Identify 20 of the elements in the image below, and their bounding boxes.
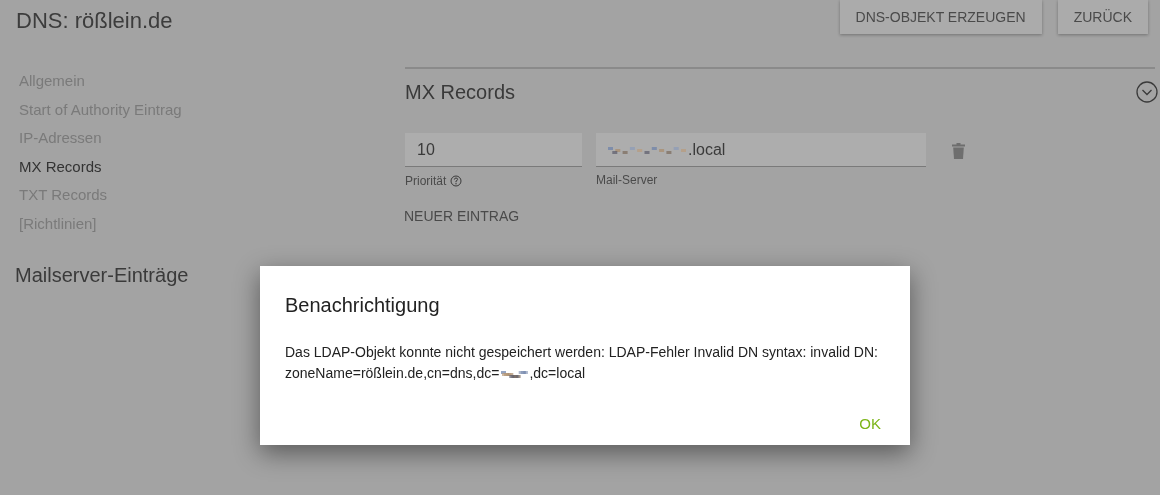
redaction-mark [499,369,530,380]
field-label: Mail-Server [596,172,659,189]
mail-server-field[interactable]: .local [596,133,926,167]
trash-icon[interactable] [952,143,965,159]
dialog-title: Benachrichtigung [285,293,441,318]
ok-button[interactable]: OK [859,413,881,436]
new-entry-button[interactable]: NEUER EINTRAG [404,206,520,227]
sidebar-heading: Mailserver-Einträge [15,263,190,288]
back-button[interactable]: ZURÜCK [1057,0,1148,34]
field-label: Priorität [405,173,447,190]
message-text: ,dc=local [529,365,586,381]
page-title: DNS: rößlein.de [16,7,173,35]
sidebar-item[interactable]: MX Records [19,152,405,181]
help-icon[interactable] [450,175,463,187]
section-title: MX Records [405,80,516,105]
message-text: Das LDAP-Objekt konnte nicht gespeichert werden: LDAP-Fehler Invalid DN syntax: invalid DN: [285,343,879,362]
chevron-down-icon[interactable] [1136,81,1158,103]
priority-field[interactable]: 10 [405,133,582,167]
create-dns-object-button[interactable]: DNS-OBJEKT ERZEUGEN [839,0,1042,34]
message-text: zoneName=rößlein.de,cn=dns,dc= [285,365,500,381]
